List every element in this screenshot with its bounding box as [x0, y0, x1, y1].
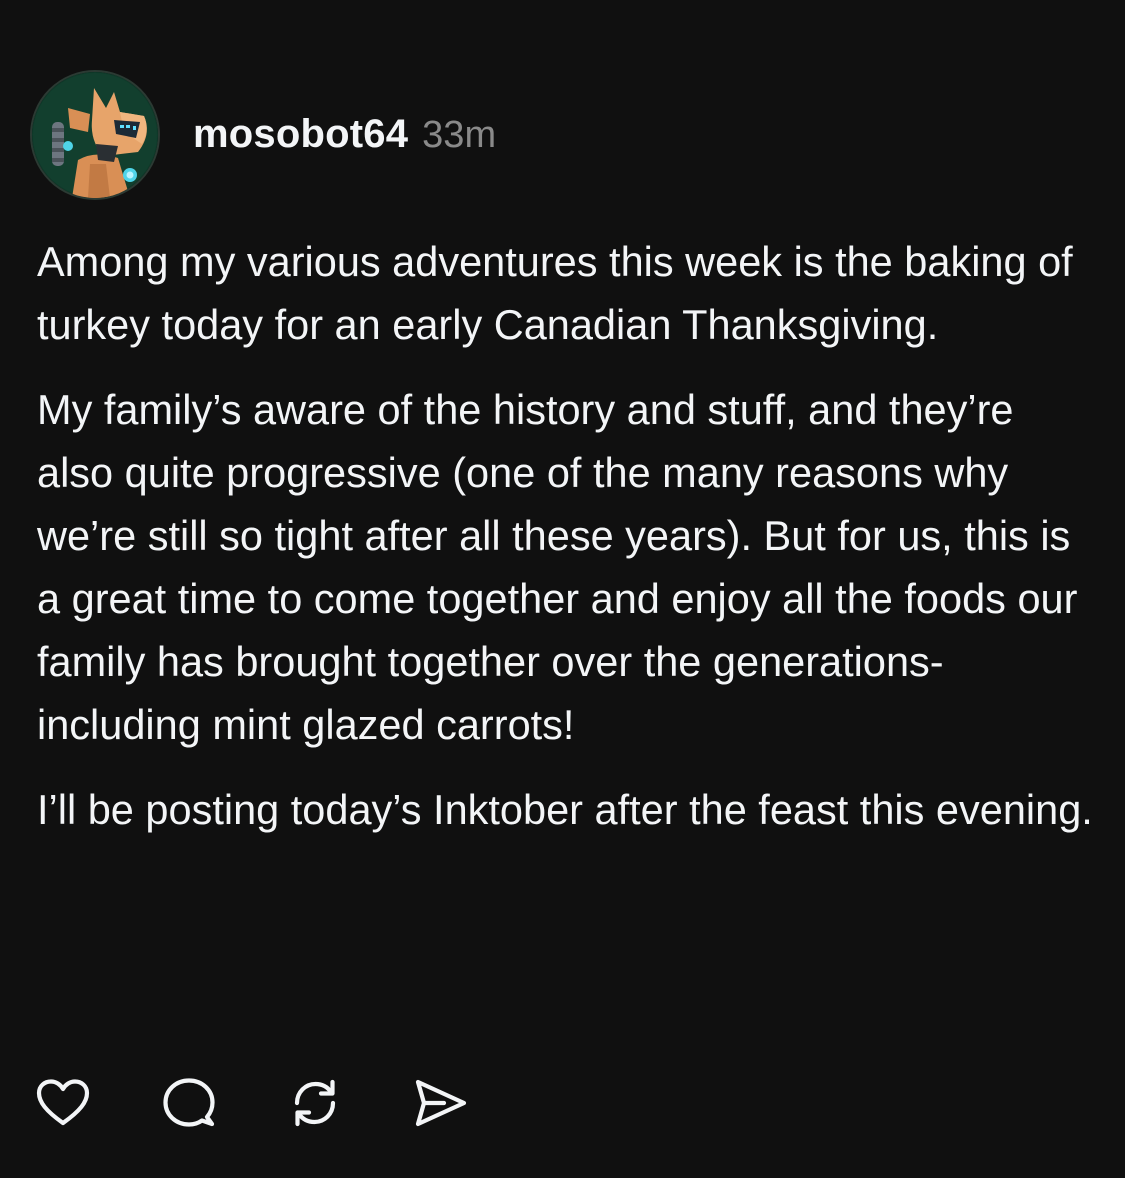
send-icon	[415, 1079, 467, 1127]
comment-bubble-icon	[163, 1078, 215, 1127]
post-paragraph: I’ll be posting today’s Inktober after t…	[37, 786, 1093, 833]
share-button[interactable]	[414, 1076, 468, 1130]
post-card: mosobot64 33m Among my various adventure…	[0, 0, 1125, 1178]
like-button[interactable]	[36, 1076, 90, 1130]
username[interactable]: mosobot64	[193, 112, 408, 157]
timestamp: 33m	[422, 113, 497, 156]
comment-button[interactable]	[162, 1076, 216, 1130]
post-paragraph: Among my various adventures this week is…	[37, 238, 1073, 348]
robot-avatar-image	[32, 72, 158, 198]
repost-button[interactable]	[288, 1076, 342, 1130]
post-body: Among my various adventures this week is…	[37, 230, 1097, 863]
post-meta: mosobot64 33m	[193, 112, 496, 157]
heart-icon	[36, 1079, 90, 1126]
avatar[interactable]	[30, 70, 160, 200]
repost-icon	[294, 1079, 336, 1127]
post-header: mosobot64 33m	[30, 70, 496, 200]
post-paragraph: My family’s aware of the history and stu…	[37, 386, 1078, 748]
post-actions	[36, 1076, 540, 1130]
